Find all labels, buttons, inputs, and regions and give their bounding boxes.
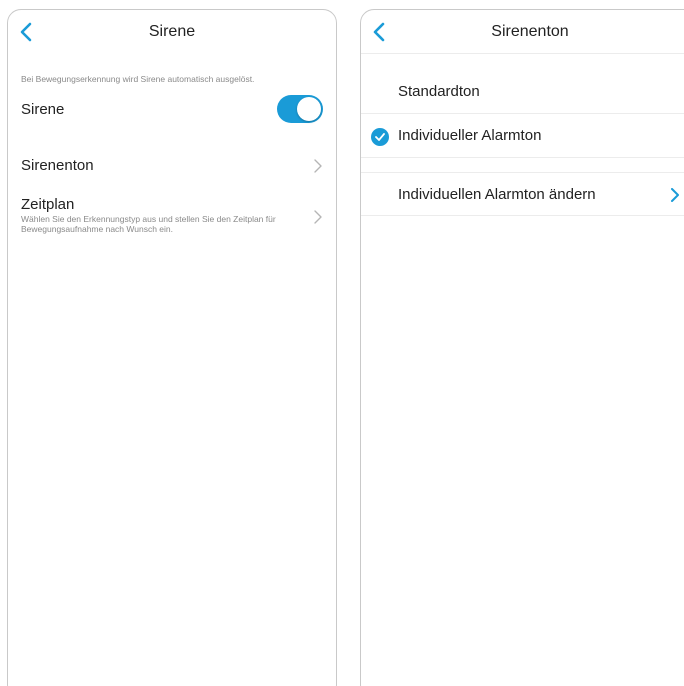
sirenenton-label: Sirenenton [21,157,94,174]
option-standardton[interactable]: Standardton [361,70,684,114]
sirene-screen: Sirene Bei Bewegungserkennung wird Siren… [7,9,337,686]
check-circle-icon [371,128,389,146]
chevron-left-icon [373,22,385,42]
chevron-right-icon [314,210,322,224]
sirenenton-row[interactable]: Sirenenton [8,150,336,180]
change-alarm-tone-label: Individuellen Alarmton ändern [398,186,596,203]
siren-label: Sirene [21,101,65,118]
sirenenton-navbar: Sirenenton [361,10,684,54]
option-label: Individueller Alarmton [398,127,542,144]
siren-hint-text: Bei Bewegungserkennung wird Sirene autom… [21,74,255,84]
chevron-right-icon [314,159,322,173]
back-button[interactable] [14,20,38,44]
page-title: Sirenenton [491,22,569,40]
zeitplan-row[interactable]: Zeitplan Wählen Sie den Erkennungstyp au… [8,194,336,244]
siren-row: Sirene [8,94,336,124]
toggle-knob [297,97,321,121]
option-label: Standardton [398,83,480,100]
siren-toggle[interactable] [277,95,323,123]
back-button[interactable] [367,20,391,44]
sirene-navbar: Sirene [8,10,336,54]
screenshot-stage: Sirene Bei Bewegungserkennung wird Siren… [0,0,684,686]
chevron-right-icon [671,188,679,202]
zeitplan-description: Wählen Sie den Erkennungstyp aus und ste… [21,214,276,234]
chevron-left-icon [20,22,32,42]
page-title: Sirene [148,23,196,40]
zeitplan-label: Zeitplan [21,196,75,213]
option-individueller-alarmton[interactable]: Individueller Alarmton [361,114,684,158]
change-alarm-tone-row[interactable]: Individuellen Alarmton ändern [361,172,684,216]
sirenenton-screen: Sirenenton Standardton Individueller Ala… [360,9,684,686]
